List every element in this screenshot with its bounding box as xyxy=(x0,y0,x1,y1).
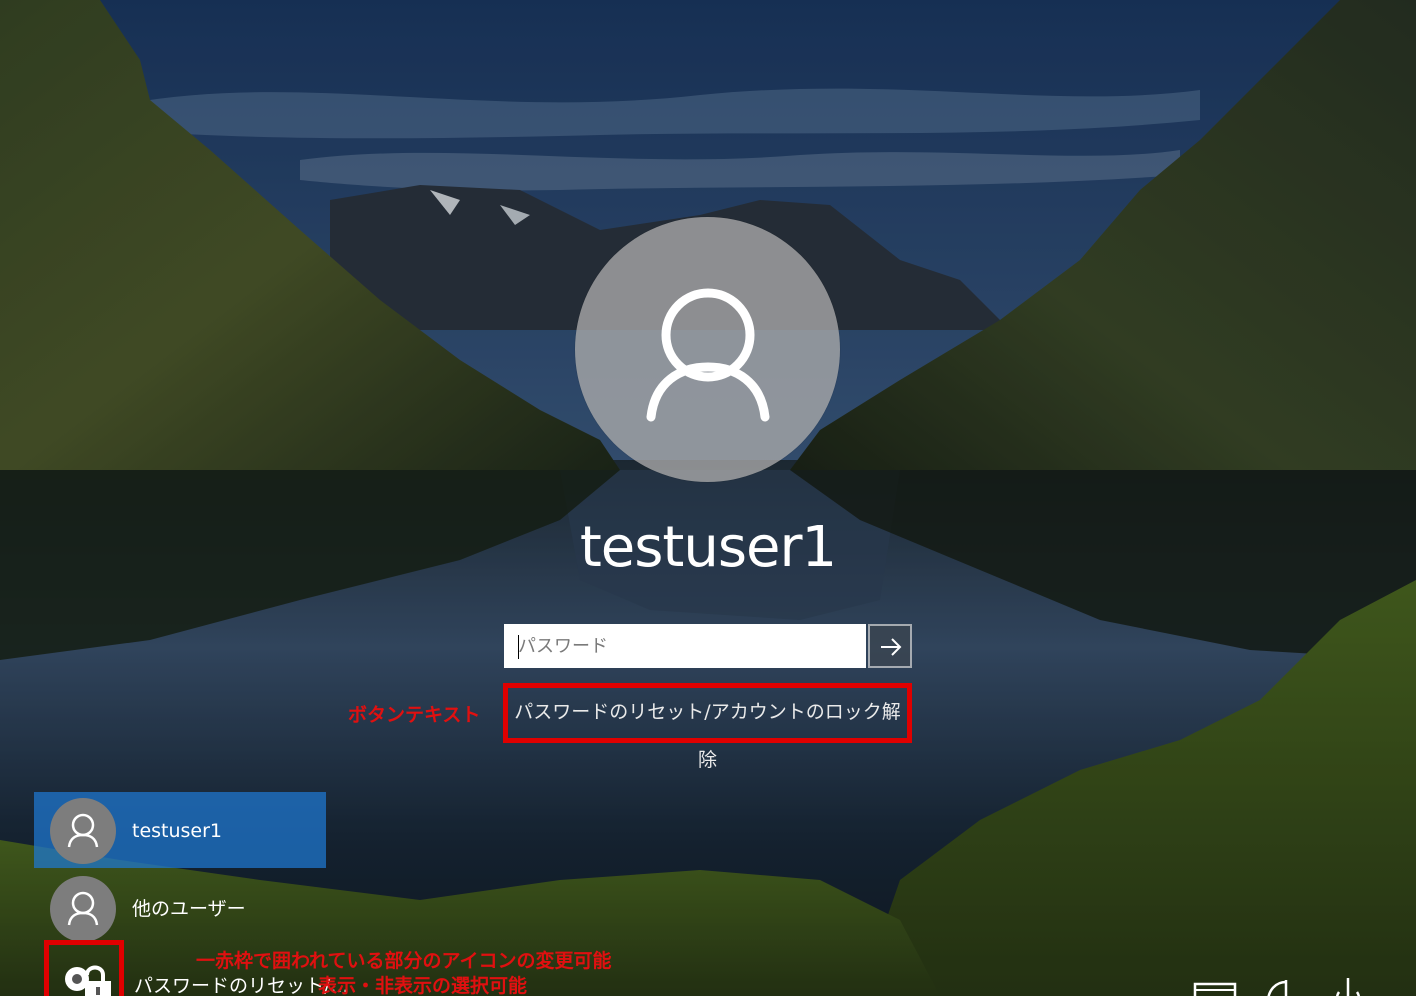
arrow-right-icon xyxy=(881,638,902,656)
ease-of-access-icon xyxy=(1267,980,1288,996)
user-icon xyxy=(646,288,770,422)
user-tile-label: testuser1 xyxy=(132,820,223,842)
text-caret xyxy=(518,635,519,659)
submit-button[interactable] xyxy=(868,624,912,668)
annotation-show-hide: 表示・非表示の選択可能 xyxy=(318,975,528,996)
reset-icon-frame xyxy=(44,940,124,996)
power-button[interactable] xyxy=(1325,974,1371,996)
username-label: testuser1 xyxy=(579,515,837,580)
power-icon xyxy=(1336,978,1360,996)
network-button[interactable] xyxy=(1192,974,1238,996)
lock-screen: testuser1 ボタンテキスト パスワードのリセット/アカウントのロック解除… xyxy=(0,0,1416,996)
annotation-icon-change: 一赤枠で囲われている部分のアイコンの変更可能 xyxy=(196,950,612,972)
user-tile-testuser1[interactable]: testuser1 xyxy=(34,792,326,868)
user-avatar-large xyxy=(575,217,840,482)
network-icon xyxy=(1193,982,1237,996)
user-tile-other-user[interactable]: 他のユーザー xyxy=(34,870,326,946)
user-icon xyxy=(67,813,99,848)
annotation-button-text: ボタンテキスト xyxy=(348,704,481,726)
tile-avatar xyxy=(50,798,116,864)
key-lock-icon xyxy=(65,965,111,996)
user-tile-label: 他のユーザー xyxy=(132,898,246,920)
ease-of-access-button[interactable] xyxy=(1258,974,1304,996)
tile-avatar xyxy=(50,876,116,942)
password-entry xyxy=(504,624,912,672)
password-input[interactable] xyxy=(504,624,866,668)
reset-password-link[interactable]: パスワードのリセット/アカウントのロック解除 xyxy=(503,683,912,771)
user-icon xyxy=(67,891,99,926)
